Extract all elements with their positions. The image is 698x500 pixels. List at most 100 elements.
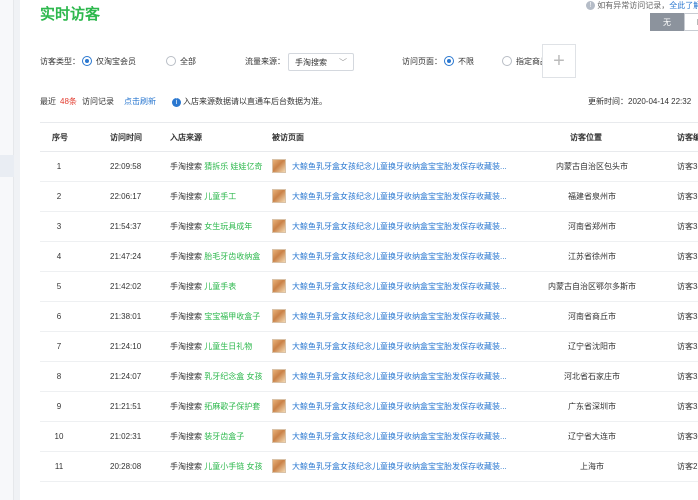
row-source: 手淘搜索 猜拆乐 娃娃亿奇	[170, 152, 268, 182]
row-search-keyword[interactable]: 儿童手工	[204, 192, 236, 201]
info-icon: !	[586, 1, 595, 10]
row-page-link[interactable]: 大鲸鱼乳牙盒女孩纪念儿童换牙收纳盒宝宝胎发保存收藏装...	[292, 192, 507, 201]
summary-suffix: 访问记录	[82, 97, 114, 106]
product-thumbnail[interactable]	[272, 219, 286, 233]
row-page-link[interactable]: 大鲸鱼乳牙盒女孩纪念儿童换牙收纳盒宝宝胎发保存收藏装...	[292, 462, 507, 471]
row-search-keyword[interactable]: 胎毛牙齿收纳盒	[204, 252, 260, 261]
row-search-keyword[interactable]: 儿童手表	[204, 282, 236, 291]
row-source-channel: 手淘搜索	[170, 312, 202, 321]
notice-bar: ! 如有异常访问记录，全此了解>>	[586, 0, 698, 11]
source-tip-text: 入店来源数据请以直通车后台数据为准。	[183, 97, 327, 106]
left-nav-active-item[interactable]	[0, 155, 14, 177]
row-page-link[interactable]: 大鲸鱼乳牙盒女孩纪念儿童换牙收纳盒宝宝胎发保存收藏装...	[292, 342, 507, 351]
view-switch-wireless[interactable]: 无线	[650, 13, 684, 45]
row-location: 河南省郑州市	[568, 222, 616, 231]
table-row: 4 21:47:24 手淘搜索 胎毛牙齿收纳盒 大鲸鱼乳牙盒女孩纪念儿童换牙收纳盒宝宝…	[40, 242, 698, 272]
table-row: 6 21:38:01 手淘搜索 宝宝福甲收盒子 大鲸鱼乳牙盒女孩纪念儿童换牙收纳盒宝宝…	[40, 302, 698, 332]
table-row: 7 21:24:10 手淘搜索 儿童生日礼物 大鲸鱼乳牙盒女孩纪念儿童换牙收纳盒宝宝胎…	[40, 332, 698, 362]
row-time: 21:54:37	[110, 222, 142, 231]
row-search-keyword[interactable]: 儿童生日礼物	[204, 342, 252, 351]
row-no: 2	[56, 192, 62, 201]
visitor-type-all-label: 全部	[180, 57, 196, 66]
row-source: 手淘搜索 乳牙纪念盒 女孩	[170, 362, 268, 392]
row-no: 8	[56, 372, 62, 381]
row-location: 辽宁省大连市	[568, 432, 616, 441]
row-no: 3	[56, 222, 62, 231]
row-page-link[interactable]: 大鲸鱼乳牙盒女孩纪念儿童换牙收纳盒宝宝胎发保存收藏装...	[292, 162, 507, 171]
row-location: 内蒙古自治区包头市	[556, 162, 628, 171]
row-time: 21:24:07	[110, 372, 142, 381]
row-time: 20:28:08	[110, 462, 142, 471]
row-page: 大鲸鱼乳牙盒女孩纪念儿童换牙收纳盒宝宝胎发保存收藏装...	[272, 272, 517, 302]
row-page: 大鲸鱼乳牙盒女孩纪念儿童换牙收纳盒宝宝胎发保存收藏装...	[272, 242, 517, 272]
row-page-link[interactable]: 大鲸鱼乳牙盒女孩纪念儿童换牙收纳盒宝宝胎发保存收藏装...	[292, 432, 507, 441]
row-search-keyword[interactable]: 儿童小手链 女孩	[204, 462, 262, 471]
visitor-type-all-radio[interactable]: 全部	[166, 53, 196, 71]
row-page-link[interactable]: 大鲸鱼乳牙盒女孩纪念儿童换牙收纳盒宝宝胎发保存收藏装...	[292, 312, 507, 321]
row-no: 4	[56, 252, 62, 261]
row-time: 21:42:02	[110, 282, 142, 291]
product-thumbnail[interactable]	[272, 279, 286, 293]
radio-checked-icon	[82, 56, 92, 66]
row-visitor-id: 访客358	[677, 222, 698, 231]
row-search-keyword[interactable]: 宝宝福甲收盒子	[204, 312, 260, 321]
product-thumbnail[interactable]	[272, 339, 286, 353]
chevron-down-icon: ﹀	[339, 58, 347, 67]
traffic-source-select[interactable]: 手淘搜索 ﹀	[288, 53, 354, 71]
row-source-channel: 手淘搜索	[170, 342, 202, 351]
row-source: 手淘搜索 拓麻歌子保护套	[170, 392, 268, 422]
row-source-channel: 手淘搜索	[170, 162, 202, 171]
product-thumbnail[interactable]	[272, 309, 286, 323]
row-page: 大鲸鱼乳牙盒女孩纪念儿童换牙收纳盒宝宝胎发保存收藏装...	[272, 152, 517, 182]
product-thumbnail[interactable]	[272, 429, 286, 443]
row-no: 6	[56, 312, 62, 321]
table-row: 5 21:42:02 手淘搜索 儿童手表 大鲸鱼乳牙盒女孩纪念儿童换牙收纳盒宝宝胎发保…	[40, 272, 698, 302]
row-search-keyword[interactable]: 女生玩具成年	[204, 222, 252, 231]
add-product-button[interactable]: +	[542, 44, 576, 78]
view-switch-pc[interactable]: PC	[684, 13, 698, 31]
table-row: 3 21:54:37 手淘搜索 女生玩具成年 大鲸鱼乳牙盒女孩纪念儿童换牙收纳盒宝宝胎…	[40, 212, 698, 242]
row-source: 手淘搜索 女生玩具成年	[170, 212, 268, 242]
update-time: 更新时间：2020-04-14 22:32	[588, 97, 692, 106]
product-thumbnail[interactable]	[272, 249, 286, 263]
product-thumbnail[interactable]	[272, 189, 286, 203]
row-page: 大鲸鱼乳牙盒女孩纪念儿童换牙收纳盒宝宝胎发保存收藏装...	[272, 332, 517, 362]
product-thumbnail[interactable]	[272, 459, 286, 473]
row-page: 大鲸鱼乳牙盒女孩纪念儿童换牙收纳盒宝宝胎发保存收藏装...	[272, 302, 517, 332]
product-thumbnail[interactable]	[272, 399, 286, 413]
row-search-keyword[interactable]: 乳牙纪念盒 女孩	[204, 372, 262, 381]
row-time: 21:21:51	[110, 402, 142, 411]
table-row: 8 21:24:07 手淘搜索 乳牙纪念盒 女孩 大鲸鱼乳牙盒女孩纪念儿童换牙收纳盒宝…	[40, 362, 698, 392]
row-page-link[interactable]: 大鲸鱼乳牙盒女孩纪念儿童换牙收纳盒宝宝胎发保存收藏装...	[292, 282, 507, 291]
row-page-link[interactable]: 大鲸鱼乳牙盒女孩纪念儿童换牙收纳盒宝宝胎发保存收藏装...	[292, 402, 507, 411]
header-no: 序号	[52, 133, 68, 142]
row-search-keyword[interactable]: 装牙齿盒子	[204, 432, 244, 441]
row-page-link[interactable]: 大鲸鱼乳牙盒女孩纪念儿童换牙收纳盒宝宝胎发保存收藏装...	[292, 222, 507, 231]
row-location: 广东省深圳市	[568, 402, 616, 411]
row-source: 手淘搜索 儿童生日礼物	[170, 332, 268, 362]
traffic-source-label: 流量来源：	[245, 57, 285, 66]
refresh-link[interactable]: 点击刷新	[124, 96, 156, 108]
row-visitor-id: 访客304	[677, 432, 698, 441]
header-page: 被访页面	[272, 133, 304, 142]
visitor-type-member-radio[interactable]: 仅淘宝会员	[82, 53, 136, 71]
notice-link[interactable]: 全此了解>>	[669, 1, 698, 10]
row-no: 7	[56, 342, 62, 351]
row-source-channel: 手淘搜索	[170, 432, 202, 441]
row-search-keyword[interactable]: 拓麻歌子保护套	[204, 402, 260, 411]
row-visitor-id: 访客364	[677, 192, 698, 201]
table-row: 10 21:02:31 手淘搜索 装牙齿盒子 大鲸鱼乳牙盒女孩纪念儿童换牙收纳盒宝宝胎…	[40, 422, 698, 452]
row-location: 上海市	[580, 462, 604, 471]
row-page-link[interactable]: 大鲸鱼乳牙盒女孩纪念儿童换牙收纳盒宝宝胎发保存收藏装...	[292, 372, 507, 381]
product-thumbnail[interactable]	[272, 159, 286, 173]
traffic-source-value: 手淘搜索	[295, 58, 327, 67]
visited-page-any-radio[interactable]: 不限	[444, 53, 474, 71]
row-location: 内蒙古自治区鄂尔多斯市	[548, 282, 636, 291]
row-page-link[interactable]: 大鲸鱼乳牙盒女孩纪念儿童换牙收纳盒宝宝胎发保存收藏装...	[292, 252, 507, 261]
row-search-keyword[interactable]: 猜拆乐 娃娃亿奇	[204, 162, 262, 171]
row-time: 22:06:17	[110, 192, 142, 201]
visitor-table: 序号 访问时间 入店来源 被访页面 访客位置 访客编号 1 22:09:58 手淘搜…	[40, 122, 698, 482]
product-thumbnail[interactable]	[272, 369, 286, 383]
plus-icon: +	[553, 50, 565, 72]
header-source: 入店来源	[170, 133, 202, 142]
